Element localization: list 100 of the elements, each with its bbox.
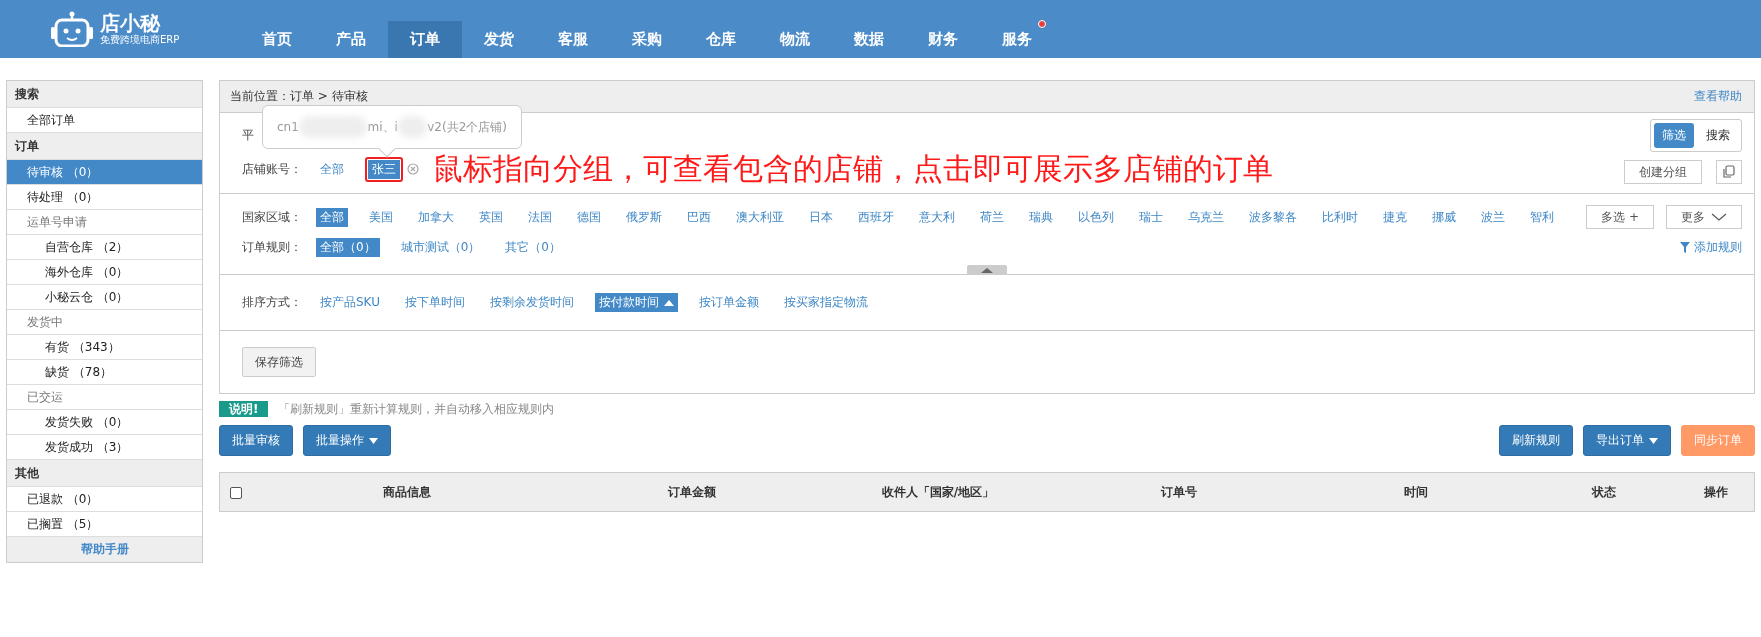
sidebar-heading: 搜索 (7, 81, 202, 108)
copy-button[interactable] (1716, 160, 1742, 184)
filter-option[interactable]: 澳大利亚 (732, 207, 788, 227)
tooltip-text: cn1 (277, 120, 299, 134)
sidebar-item[interactable]: 已退款 （0） (7, 487, 202, 512)
caret-icon (1649, 437, 1658, 444)
nav-tab[interactable]: 客服 (536, 21, 610, 58)
robot-logo-icon (50, 11, 94, 47)
filter-option[interactable]: 波兰 (1477, 207, 1509, 227)
sidebar-item[interactable]: 待处理 （0） (7, 185, 202, 210)
sidebar-item[interactable]: 发货中 (7, 310, 202, 335)
filter-option[interactable]: 德国 (573, 207, 605, 227)
notice-text: 「刷新规则」重新计算规则，并自动移入相应规则内 (278, 400, 555, 418)
filter-label: 国家区域： (242, 208, 302, 226)
breadcrumb-path: 订单 > 待审核 (290, 89, 368, 103)
filter-option[interactable]: 瑞士 (1135, 207, 1167, 227)
filter-option[interactable]: 其它（0） (501, 237, 565, 257)
filter-label: 店铺账号： (242, 160, 302, 178)
filter-option[interactable]: 按产品SKU (316, 293, 384, 312)
filter-option[interactable]: 按订单金额 (694, 293, 763, 312)
filter-option[interactable]: 美国 (365, 207, 397, 227)
filter-option[interactable]: 意大利 (915, 207, 959, 227)
nav-tab[interactable]: 服务 (980, 21, 1054, 58)
sidebar-heading: 订单 (7, 133, 202, 160)
sidebar-item[interactable]: 有货 （343） (7, 335, 202, 360)
tooltip-text: v2(共2个店铺) (427, 118, 507, 136)
column-header: 商品信息 (382, 484, 431, 499)
filter-option[interactable]: 全部 (316, 207, 348, 227)
help-manual-link[interactable]: 帮助手册 (7, 537, 202, 562)
filter-option[interactable]: 城市测试（0） (396, 237, 485, 257)
toggle-tab[interactable]: 筛选 (1654, 123, 1694, 148)
add-rule-link[interactable]: 添加规则 (1680, 238, 1742, 256)
filter-option[interactable]: 波多黎各 (1245, 207, 1301, 227)
nav-tab[interactable]: 产品 (314, 21, 388, 58)
sidebar-item[interactable]: 小秘云仓 （0） (7, 285, 202, 310)
nav-tab[interactable]: 订单 (388, 21, 462, 58)
tooltip-text: mi、i (367, 118, 398, 136)
sort-asc-icon (663, 298, 674, 307)
filter-option[interactable]: 巴西 (683, 207, 715, 227)
sidebar-heading: 其他 (7, 460, 202, 487)
chevron-down-icon (1711, 212, 1727, 222)
filter-option[interactable]: 按剩余发货时间 (485, 293, 578, 312)
action-button[interactable]: 刷新规则 (1499, 425, 1573, 456)
sidebar-item[interactable]: 海外仓库 （0） (7, 260, 202, 285)
column-header: 时间 (1404, 484, 1428, 499)
action-button[interactable]: 同步订单 (1681, 425, 1755, 456)
breadcrumb-label: 当前位置： (230, 89, 290, 103)
nav-tab[interactable]: 物流 (758, 21, 832, 58)
filter-option[interactable]: 比利时 (1318, 207, 1362, 227)
remove-icon (407, 163, 419, 175)
logo-tagline: 免费跨境电商ERP (100, 34, 180, 46)
sidebar-item[interactable]: 缺货 （78） (7, 360, 202, 385)
filter-option[interactable]: 乌克兰 (1184, 207, 1228, 227)
shop-option[interactable]: 张三 (368, 159, 400, 179)
create-group-button[interactable]: 创建分组 (1624, 160, 1702, 184)
sidebar-item[interactable]: 自营仓库 （2） (7, 235, 202, 260)
filter-option[interactable]: 按付款时间 (594, 293, 678, 312)
filter-option[interactable]: 荷兰 (976, 207, 1008, 227)
filter-option[interactable]: 瑞典 (1025, 207, 1057, 227)
help-link[interactable]: 查看帮助 (1694, 88, 1742, 105)
filter-option[interactable]: 以色列 (1074, 207, 1118, 227)
filter-option[interactable]: 西班牙 (854, 207, 898, 227)
sidebar-item[interactable]: 待审核 （0） (7, 160, 202, 185)
filter-label: 订单规则： (242, 238, 302, 256)
filter-option[interactable]: 日本 (805, 207, 837, 227)
nav-tab[interactable]: 发货 (462, 21, 536, 58)
sidebar-item[interactable]: 运单号申请 (7, 210, 202, 235)
nav-tab[interactable]: 仓库 (684, 21, 758, 58)
notice-badge: 说明! (219, 401, 269, 417)
sidebar-item[interactable]: 发货失败 （0） (7, 410, 202, 435)
action-button[interactable]: 批量审核 (219, 425, 293, 456)
more-button[interactable]: 更多 (1666, 205, 1742, 229)
filter-option[interactable]: 按下单时间 (400, 293, 469, 312)
filter-option[interactable]: 法国 (524, 207, 556, 227)
action-button[interactable]: 批量操作 (303, 425, 391, 456)
nav-tab[interactable]: 财务 (906, 21, 980, 58)
filter-option[interactable]: 按买家指定物流 (779, 293, 872, 312)
filter-option[interactable]: 加拿大 (414, 207, 458, 227)
multi-select-button[interactable]: 多选 + (1586, 205, 1654, 229)
column-header: 操作 (1703, 484, 1728, 499)
column-header: 状态 (1592, 484, 1616, 499)
annotation-text: 鼠标指向分组，可查看包含的店铺，点击即可展示多店铺的订单 (433, 149, 1273, 188)
save-filter-button[interactable]: 保存筛选 (242, 347, 316, 377)
filter-option[interactable]: 俄罗斯 (622, 207, 666, 227)
nav-tab[interactable]: 首页 (240, 21, 314, 58)
action-button[interactable]: 导出订单 (1583, 425, 1671, 456)
filter-option[interactable]: 英国 (475, 207, 507, 227)
sidebar-item[interactable]: 已交运 (7, 385, 202, 410)
filter-option[interactable]: 挪威 (1428, 207, 1460, 227)
toggle-tab[interactable]: 搜索 (1698, 123, 1738, 148)
nav-tab[interactable]: 采购 (610, 21, 684, 58)
nav-tab[interactable]: 数据 (832, 21, 906, 58)
select-all-checkbox[interactable] (230, 486, 242, 499)
shop-option[interactable]: 全部 (316, 159, 348, 179)
column-header: 收件人「国家/地区」 (881, 484, 995, 499)
filter-option[interactable]: 捷克 (1379, 207, 1411, 227)
filter-label: 平 (242, 126, 254, 144)
filter-option[interactable]: 全部（0） (316, 237, 380, 257)
filter-option[interactable]: 智利 (1526, 207, 1558, 227)
logo-name: 店小秘 (100, 12, 162, 34)
